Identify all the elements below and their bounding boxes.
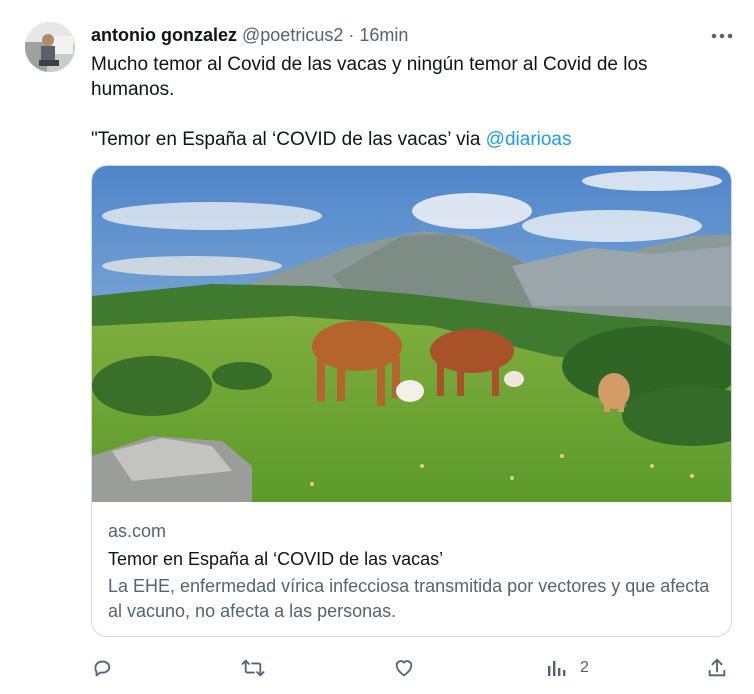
avatar[interactable]: [25, 22, 75, 72]
timestamp[interactable]: 16min: [359, 25, 408, 45]
card-title: Temor en España al ‘COVID de las vacas’: [108, 549, 444, 569]
views-button[interactable]: 2: [546, 653, 589, 683]
cows-landscape-image: [92, 166, 731, 502]
more-icon: [711, 33, 733, 39]
tweet-text-line2: "Temor en España al ‘COVID de las vacas’…: [91, 127, 711, 152]
mention-link[interactable]: @diarioas: [486, 129, 572, 150]
like-button[interactable]: [393, 653, 415, 683]
retweet-icon: [241, 659, 265, 677]
tweet-text-line1: Mucho temor al Covid de las vacas y ning…: [91, 54, 648, 100]
tweet-text: Mucho temor al Covid de las vacas y ning…: [91, 52, 711, 152]
reply-button[interactable]: [91, 653, 113, 683]
author-name[interactable]: antonio gonzalez: [91, 25, 237, 45]
reply-icon: [94, 660, 111, 677]
author-handle[interactable]: @poetricus2: [242, 25, 343, 45]
views-count: 2: [580, 659, 589, 676]
card-image[interactable]: [92, 166, 731, 502]
tweet-header: antonio gonzalez @poetricus2 · 16min: [91, 24, 408, 46]
card-domain: as.com: [108, 521, 167, 541]
retweet-button[interactable]: [241, 653, 265, 683]
share-icon: [708, 658, 726, 677]
more-options-button[interactable]: [700, 22, 744, 50]
share-button[interactable]: [706, 653, 728, 683]
card-description: La EHE, enfermedad vírica infecciosa tra…: [108, 576, 710, 621]
views-icon: [548, 661, 566, 676]
link-card[interactable]: as.com Temor en España al ‘COVID de las …: [91, 165, 732, 637]
like-icon: [395, 660, 413, 677]
action-bar: 2: [91, 653, 731, 683]
card-meta: as.com Temor en España al ‘COVID de las …: [108, 518, 718, 624]
avatar-photo: [25, 22, 75, 72]
tweet-text-quote: "Temor en España al ‘COVID de las vacas’…: [91, 129, 486, 150]
tweet[interactable]: antonio gonzalez @poetricus2 · 16min Muc…: [0, 0, 754, 694]
separator-dot: ·: [348, 25, 355, 45]
